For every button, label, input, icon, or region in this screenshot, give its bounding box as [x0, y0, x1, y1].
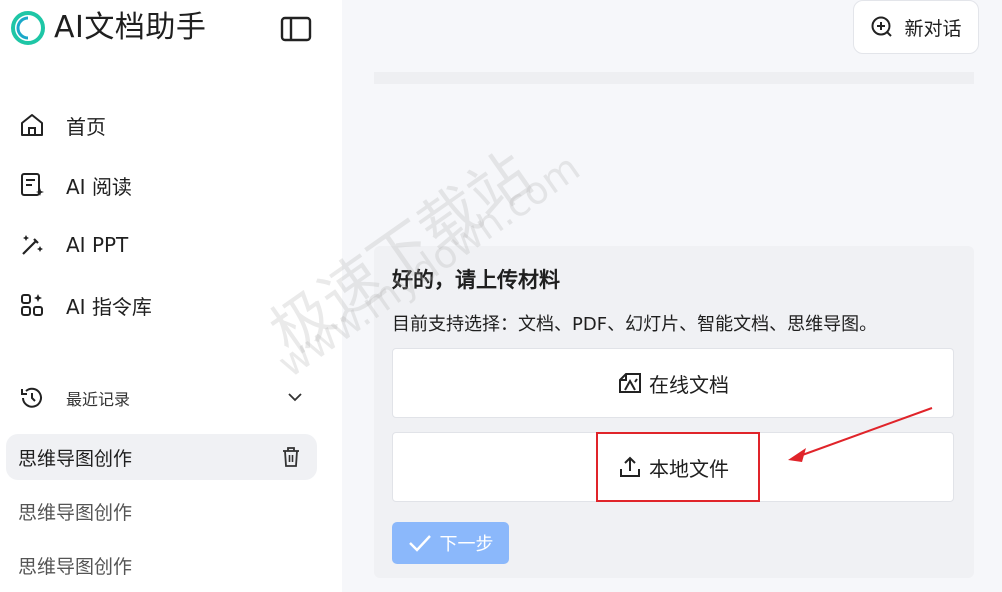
history-item-label: 思维导图创作 [18, 555, 133, 578]
annotation-arrow [788, 407, 933, 462]
online-doc-icon [619, 373, 641, 393]
sidebar-item-label: AI 阅读 [66, 174, 132, 199]
history-item-label: 思维导图创作 [18, 501, 133, 524]
sidebar-item-ai-reading[interactable]: AI 阅读 [16, 165, 316, 205]
check-icon [408, 535, 431, 552]
online-document-label: 在线文档 [649, 372, 729, 397]
sidebar: AI文档助手 首页 AI 阅读 AI PPT AI 指令库 最近记录 思维导图创… [0, 0, 340, 592]
sidebar-item-label: AI 指令库 [66, 294, 152, 319]
chevron-down-icon[interactable] [286, 388, 304, 406]
divider [374, 72, 974, 84]
history-header[interactable]: 最近记录 [16, 378, 316, 418]
sidebar-item-home[interactable]: 首页 [16, 105, 316, 145]
upload-card-subtitle: 目前支持选择：文档、PDF、幻灯片、智能文档、思维导图。 [392, 314, 878, 335]
sidebar-item-label: AI PPT [66, 233, 129, 257]
trash-icon[interactable] [281, 446, 301, 468]
next-step-label: 下一步 [439, 534, 494, 555]
sidebar-item-ai-commands[interactable]: AI 指令库 [16, 285, 316, 325]
plus-circle-icon [871, 16, 893, 37]
sidebar-item-ai-ppt[interactable]: AI PPT [16, 225, 316, 265]
sidebar-toggle-icon[interactable] [278, 14, 314, 44]
magic-wand-icon [16, 229, 48, 261]
home-icon [16, 109, 48, 141]
next-step-button[interactable]: 下一步 [392, 522, 509, 564]
history-item[interactable]: 思维导图创作 [6, 488, 317, 534]
new-chat-label: 新对话 [904, 17, 962, 40]
history-item[interactable]: 思维导图创作 [6, 542, 317, 588]
grid-sparkle-icon [16, 289, 48, 321]
app-title: AI文档助手 [54, 10, 207, 45]
new-chat-button[interactable]: 新对话 [853, 0, 979, 54]
document-sparkle-icon [16, 169, 48, 201]
local-file-label: 本地文件 [649, 456, 729, 481]
upload-icon [620, 456, 640, 477]
upload-card-title: 好的，请上传材料 [392, 268, 560, 292]
app-logo-icon [11, 11, 45, 45]
sidebar-item-label: 首页 [66, 114, 106, 139]
main-panel: 新对话 好的，请上传材料 目前支持选择：文档、PDF、幻灯片、智能文档、思维导图… [342, 0, 1002, 592]
history-item-label: 思维导图创作 [18, 447, 133, 470]
history-title: 最近记录 [66, 390, 131, 409]
history-clock-icon [16, 382, 48, 414]
history-item[interactable]: 思维导图创作 [6, 434, 317, 480]
